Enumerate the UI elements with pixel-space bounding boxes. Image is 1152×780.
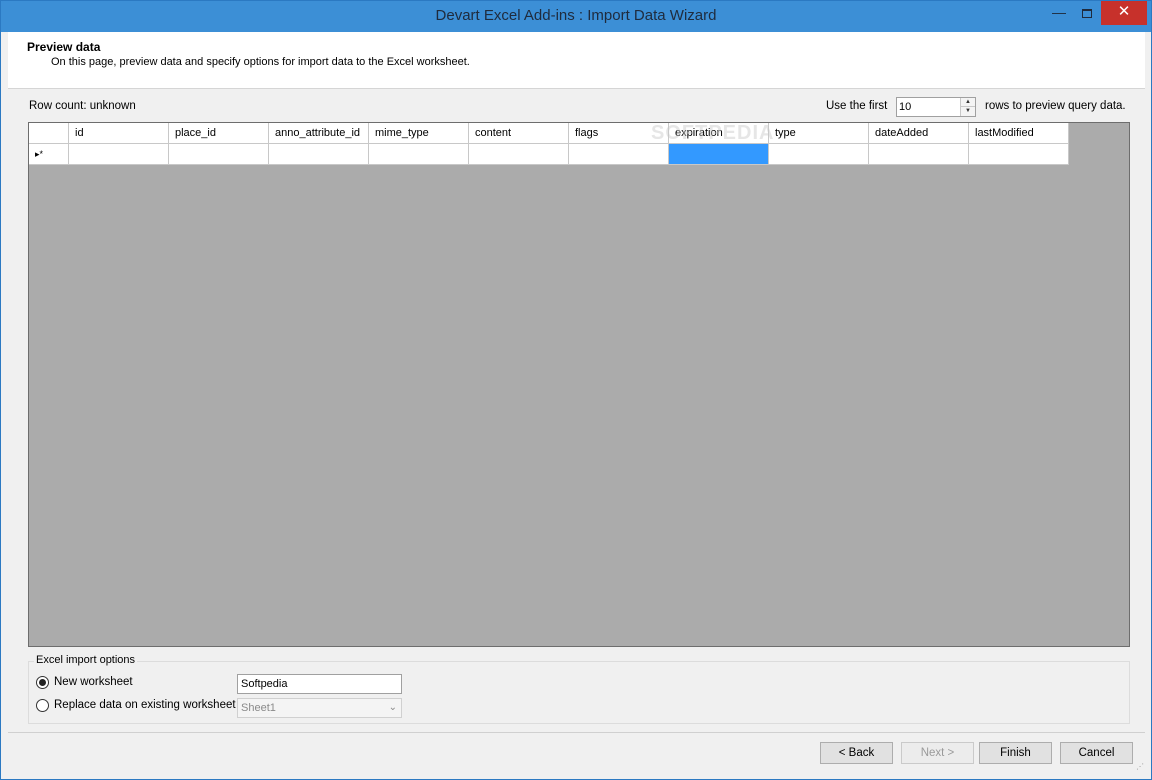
column-header-anno-attribute-id[interactable]: anno_attribute_id [269, 123, 369, 144]
grid-cell-place-id[interactable] [169, 144, 269, 165]
minimize-button[interactable]: — [1045, 1, 1073, 25]
grid-cell-mime-type[interactable] [369, 144, 469, 165]
finish-button[interactable]: Finish [979, 742, 1052, 764]
resize-grip-icon[interactable]: ⋰ [1136, 762, 1146, 772]
row-count-label: Row count: unknown [29, 100, 136, 112]
worksheet-name-input[interactable] [241, 677, 396, 691]
stepper-arrows: ▲ ▼ [960, 98, 975, 116]
grid-cell-id[interactable] [69, 144, 169, 165]
footer-divider [8, 732, 1145, 733]
stepper-up-icon[interactable]: ▲ [961, 98, 975, 107]
rows-suffix-label: rows to preview query data. [985, 100, 1126, 112]
grid-new-row[interactable]: ▸* [29, 144, 1069, 165]
next-button: Next > [901, 742, 974, 764]
column-header-mime-type[interactable]: mime_type [369, 123, 469, 144]
back-button[interactable]: < Back [820, 742, 893, 764]
grid-cell-content[interactable] [469, 144, 569, 165]
cancel-button[interactable]: Cancel [1060, 742, 1133, 764]
worksheet-name-field[interactable] [237, 674, 402, 694]
import-options-group [28, 661, 1130, 724]
chevron-down-icon: ⌄ [388, 702, 397, 713]
grid-cell-type[interactable] [769, 144, 869, 165]
maximize-icon [1082, 8, 1092, 18]
wizard-content: Preview data On this page, preview data … [8, 32, 1145, 774]
replace-existing-label[interactable]: Replace data on existing worksheet [54, 699, 236, 711]
window-title: Devart Excel Add-ins : Import Data Wizar… [435, 7, 717, 24]
new-worksheet-radio[interactable] [36, 676, 49, 689]
grid-cell-expiration[interactable] [669, 144, 769, 165]
grid-cell-flags[interactable] [569, 144, 669, 165]
page-title: Preview data [27, 40, 101, 54]
preview-rows-input[interactable] [899, 100, 957, 114]
grid-corner-cell[interactable] [29, 123, 69, 144]
column-header-place-id[interactable]: place_id [169, 123, 269, 144]
page-header: Preview data On this page, preview data … [8, 32, 1145, 89]
import-wizard-window: Devart Excel Add-ins : Import Data Wizar… [0, 0, 1152, 780]
title-bar[interactable]: Devart Excel Add-ins : Import Data Wizar… [1, 1, 1151, 32]
page-description: On this page, preview data and specify o… [51, 56, 470, 68]
preview-data-grid[interactable]: id place_id anno_attribute_id mime_type cont… [28, 122, 1130, 647]
grid-cell-lastmodified[interactable] [969, 144, 1069, 165]
column-header-content[interactable]: content [469, 123, 569, 144]
column-header-type[interactable]: type [769, 123, 869, 144]
grid-header-row: id place_id anno_attribute_id mime_type cont… [29, 123, 1069, 144]
grid-cell-dateadded[interactable] [869, 144, 969, 165]
new-row-icon: ▸* [35, 149, 44, 159]
close-icon: ✕ [1117, 3, 1131, 20]
existing-sheet-select: Sheet1 ⌄ [237, 698, 402, 718]
replace-existing-radio[interactable] [36, 699, 49, 712]
minimize-icon: — [1052, 4, 1066, 20]
new-worksheet-label[interactable]: New worksheet [54, 676, 133, 688]
column-header-lastmodified[interactable]: lastModified [969, 123, 1069, 144]
import-options-legend: Excel import options [34, 654, 138, 666]
column-header-id[interactable]: id [69, 123, 169, 144]
row-header-cell[interactable]: ▸* [29, 144, 69, 165]
column-header-dateadded[interactable]: dateAdded [869, 123, 969, 144]
grid-cell-anno-attribute-id[interactable] [269, 144, 369, 165]
close-button[interactable]: ✕ [1101, 1, 1147, 25]
existing-sheet-value: Sheet1 [241, 702, 276, 714]
maximize-button[interactable] [1073, 1, 1101, 25]
preview-rows-stepper[interactable]: ▲ ▼ [896, 97, 976, 117]
stepper-down-icon[interactable]: ▼ [961, 107, 975, 116]
watermark-text: SOFTPEDIA [651, 122, 775, 144]
use-first-label: Use the first [826, 100, 888, 112]
